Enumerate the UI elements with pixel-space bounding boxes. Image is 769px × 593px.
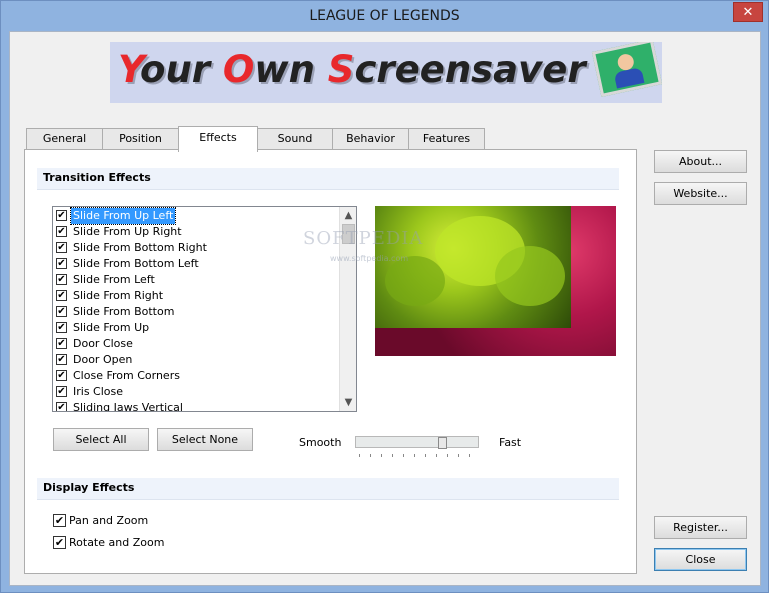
check-icon[interactable]: ✔ <box>56 386 67 397</box>
check-icon[interactable]: ✔ <box>56 210 67 221</box>
check-icon[interactable]: ✔ <box>56 402 67 411</box>
slider-tick <box>469 454 470 457</box>
tab-general[interactable]: General <box>26 128 103 150</box>
speed-slider-thumb[interactable] <box>437 437 447 449</box>
scroll-up-icon[interactable]: ▲ <box>340 207 356 224</box>
slider-tick <box>425 454 426 457</box>
transition-list-item[interactable]: ✔ Close From Corners <box>55 368 340 384</box>
transition-list-item[interactable]: ✔ Door Close <box>55 336 340 352</box>
display-effects-heading: Display Effects <box>37 478 619 500</box>
slider-tick <box>436 454 437 457</box>
window-close-icon[interactable]: ✕ <box>733 2 763 22</box>
check-icon: ✔ <box>53 514 66 527</box>
effects-panel: Transition Effects ✔ Slide From Up Left ✔ S… <box>24 149 637 574</box>
tab-sound[interactable]: Sound <box>257 128 333 150</box>
about-button[interactable]: About... <box>654 150 747 173</box>
check-icon[interactable]: ✔ <box>56 370 67 381</box>
transition-list-item[interactable]: ✔ Slide From Up <box>55 320 340 336</box>
transition-list-item[interactable]: ✔ Slide From Right <box>55 288 340 304</box>
transition-list-item[interactable]: ✔ Slide From Bottom <box>55 304 340 320</box>
transition-list-item[interactable]: ✔ Sliding Jaws Vertical <box>55 400 340 411</box>
tab-position[interactable]: Position <box>102 128 179 150</box>
check-icon[interactable]: ✔ <box>56 242 67 253</box>
check-icon[interactable]: ✔ <box>56 338 67 349</box>
softpedia-watermark: SOFTPEDIA <box>303 228 424 249</box>
slider-tick <box>392 454 393 457</box>
transition-list-item[interactable]: ✔ Slide From Bottom Right <box>55 240 340 256</box>
website-button[interactable]: Website... <box>654 182 747 205</box>
screensaver-banner: Your Own Screensaver <box>110 42 662 103</box>
check-icon[interactable]: ✔ <box>56 274 67 285</box>
slider-tick <box>370 454 371 457</box>
transition-speed-slider[interactable] <box>355 436 479 448</box>
select-all-button[interactable]: Select All <box>53 428 149 451</box>
speed-smooth-label: Smooth <box>299 436 342 449</box>
slider-tick <box>414 454 415 457</box>
transition-list-item[interactable]: ✔ Iris Close <box>55 384 340 400</box>
transition-list-item[interactable]: ✔ Slide From Up Right <box>55 224 340 240</box>
slider-tick <box>381 454 382 457</box>
register-button[interactable]: Register... <box>654 516 747 539</box>
check-icon[interactable]: ✔ <box>56 258 67 269</box>
check-icon[interactable]: ✔ <box>56 226 67 237</box>
slider-tick <box>447 454 448 457</box>
title-bar[interactable]: LEAGUE OF LEGENDS ✕ <box>1 1 768 31</box>
window-title: LEAGUE OF LEGENDS <box>309 8 460 24</box>
slider-tick <box>458 454 459 457</box>
transition-list-item[interactable]: ✔ Door Open <box>55 352 340 368</box>
speed-fast-label: Fast <box>499 436 522 449</box>
check-icon[interactable]: ✔ <box>56 354 67 365</box>
banner-logo-text: Your Own Screensaver <box>118 48 586 91</box>
tab-behavior[interactable]: Behavior <box>332 128 409 150</box>
transition-list-item[interactable]: ✔ Slide From Left <box>55 272 340 288</box>
slider-tick <box>403 454 404 457</box>
tab-features[interactable]: Features <box>408 128 485 150</box>
transition-effects-heading: Transition Effects <box>37 168 619 190</box>
select-none-button[interactable]: Select None <box>157 428 253 451</box>
app-window: LEAGUE OF LEGENDS ✕ Your Own Screensaver… <box>0 0 769 593</box>
client-area: Your Own Screensaver General Position Ef… <box>9 31 761 586</box>
transition-list-item[interactable]: ✔ Slide From Up Left <box>55 207 340 225</box>
check-icon[interactable]: ✔ <box>56 306 67 317</box>
check-icon[interactable]: ✔ <box>56 322 67 333</box>
softpedia-watermark-url: www.softpedia.com <box>330 254 409 263</box>
close-button[interactable]: Close <box>654 548 747 571</box>
transition-list-item[interactable]: ✔ Slide From Bottom Left <box>55 256 340 272</box>
slider-tick <box>359 454 360 457</box>
screen-person-icon <box>591 42 662 97</box>
check-icon[interactable]: ✔ <box>56 290 67 301</box>
scroll-down-icon[interactable]: ▼ <box>340 394 356 411</box>
tab-effects[interactable]: Effects <box>178 126 258 152</box>
check-icon: ✔ <box>53 536 66 549</box>
